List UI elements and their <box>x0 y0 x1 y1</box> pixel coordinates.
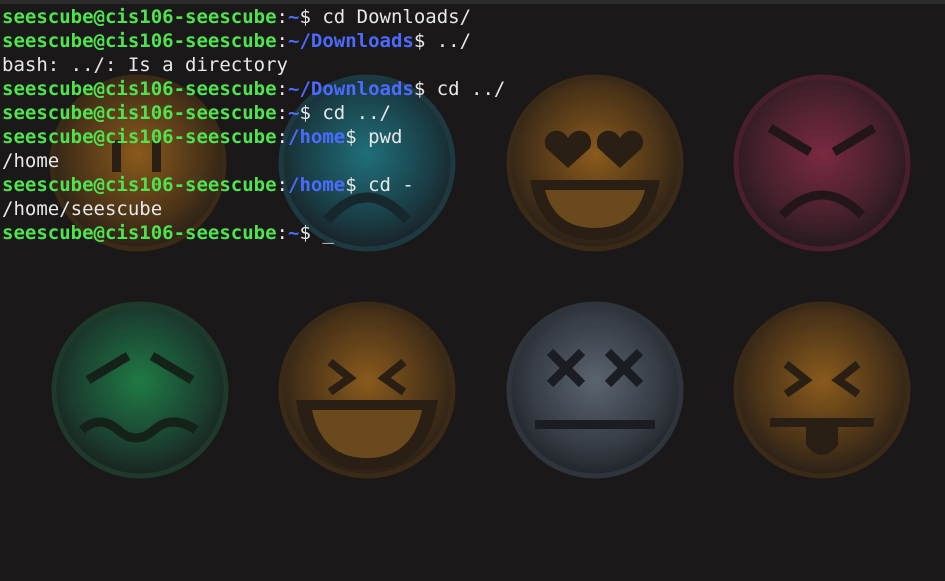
terminal-window[interactable]: seescube@cis106-seescube:~$ cd Downloads… <box>0 0 945 581</box>
command-text: cd Downloads/ <box>322 6 472 28</box>
prompt-user-host: seescube@cis106-seescube <box>2 30 277 52</box>
prompt-sign: $ <box>299 222 323 244</box>
prompt-line: seescube@cis106-seescube:~$ cd Downloads… <box>2 5 505 29</box>
prompt-line: seescube@cis106-seescube:/home$ pwd <box>2 125 505 149</box>
prompt-path: ~/Downloads <box>288 30 414 52</box>
prompt-path: ~ <box>288 102 300 124</box>
text-cursor: _ <box>322 222 334 244</box>
prompt-path: /home <box>288 126 346 148</box>
prompt-line: seescube@cis106-seescube:~$ cd ../ <box>2 101 505 125</box>
prompt-sign: $ <box>345 174 369 196</box>
output-text: /home <box>2 150 60 172</box>
prompt-sign: $ <box>345 126 369 148</box>
output-line: /home <box>2 149 505 173</box>
prompt-separator: : <box>276 222 288 244</box>
command-text: pwd <box>368 126 403 148</box>
output-line: /home/seescube <box>2 197 505 221</box>
angry-face-icon <box>733 74 911 252</box>
prompt-path: ~ <box>288 6 300 28</box>
prompt-sign: $ <box>299 6 323 28</box>
prompt-separator: : <box>276 126 288 148</box>
output-text: /home/seescube <box>2 198 163 220</box>
prompt-separator: : <box>276 102 288 124</box>
output-line: bash: ../: Is a directory <box>2 53 505 77</box>
prompt-line: seescube@cis106-seescube:/home$ cd - <box>2 173 505 197</box>
wavy-mouth-face-icon <box>51 301 229 479</box>
prompt-line: seescube@cis106-seescube:~/Downloads$ cd… <box>2 77 505 101</box>
prompt-user-host: seescube@cis106-seescube <box>2 6 277 28</box>
prompt-separator: : <box>276 6 288 28</box>
laughing-face-icon <box>278 301 456 479</box>
prompt-sign: $ <box>413 30 437 52</box>
prompt-separator: : <box>276 78 288 100</box>
prompt-line: seescube@cis106-seescube:~/Downloads$ ..… <box>2 29 505 53</box>
prompt-path: /home <box>288 174 346 196</box>
command-text: cd ../ <box>436 78 506 100</box>
tongue-out-face-icon <box>733 301 911 479</box>
command-text: ../ <box>436 30 472 52</box>
prompt-user-host: seescube@cis106-seescube <box>2 78 277 100</box>
prompt-user-host: seescube@cis106-seescube <box>2 102 277 124</box>
prompt-separator: : <box>276 174 288 196</box>
terminal-output[interactable]: seescube@cis106-seescube:~$ cd Downloads… <box>2 5 505 245</box>
prompt-line: seescube@cis106-seescube:~$ _ <box>2 221 505 245</box>
heart-eyes-face-icon <box>506 74 684 252</box>
output-text: bash: ../: Is a directory <box>2 54 288 76</box>
prompt-path: ~/Downloads <box>288 78 414 100</box>
prompt-user-host: seescube@cis106-seescube <box>2 174 277 196</box>
command-text: cd - <box>368 174 414 196</box>
command-text: cd ../ <box>322 102 391 124</box>
prompt-sign: $ <box>299 102 323 124</box>
prompt-separator: : <box>276 30 288 52</box>
dizzy-face-icon <box>506 301 684 479</box>
prompt-user-host: seescube@cis106-seescube <box>2 222 277 244</box>
prompt-user-host: seescube@cis106-seescube <box>2 126 277 148</box>
prompt-path: ~ <box>288 222 300 244</box>
prompt-sign: $ <box>413 78 437 100</box>
